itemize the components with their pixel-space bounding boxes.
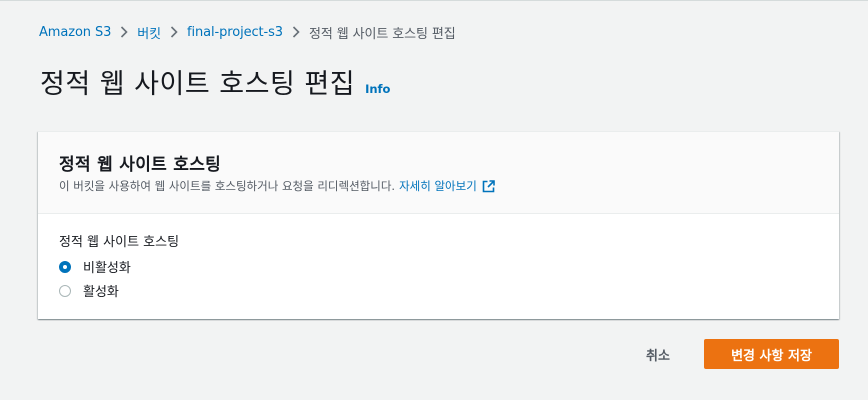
top-divider (0, 0, 868, 1)
radio-option-enable[interactable]: 활성화 (59, 281, 119, 300)
panel-description-text: 이 버킷을 사용하여 웹 사이트를 호스팅하거나 요청을 리디렉션합니다. (59, 179, 396, 193)
breadcrumb-item-bucket-name[interactable]: final-project-s3 (187, 25, 283, 40)
save-changes-button[interactable]: 변경 사항 저장 (704, 339, 839, 369)
page-title: 정적 웹 사이트 호스팅 편집 (40, 69, 356, 100)
breadcrumb-item-amazon-s3[interactable]: Amazon S3 (39, 25, 111, 40)
chevron-right-icon (111, 24, 137, 40)
chevron-right-icon (283, 24, 309, 40)
radio-option-disable[interactable]: 비활성화 (59, 257, 131, 276)
chevron-right-icon (161, 24, 187, 40)
learn-more-label: 자세히 알아보기 (399, 179, 477, 193)
external-link-icon (482, 179, 495, 193)
radio-label-disable: 비활성화 (83, 261, 131, 276)
breadcrumb: Amazon S3 버킷 final-project-s3 정적 웹 사이트 호… (39, 23, 456, 42)
info-link[interactable]: Info (365, 82, 390, 96)
radio-label-enable: 활성화 (83, 285, 119, 300)
radio-button-checked[interactable] (59, 260, 71, 273)
breadcrumb-current: 정적 웹 사이트 호스팅 편집 (308, 26, 456, 42)
learn-more-link[interactable]: 자세히 알아보기 (399, 178, 495, 194)
breadcrumb-item-buckets[interactable]: 버킷 (137, 23, 161, 42)
panel-description: 이 버킷을 사용하여 웹 사이트를 호스팅하거나 요청을 리디렉션합니다. 자세… (59, 178, 495, 194)
panel-header: 정적 웹 사이트 호스팅 이 버킷을 사용하여 웹 사이트를 호스팅하거나 요청… (38, 132, 839, 214)
cancel-button[interactable]: 취소 (629, 339, 687, 369)
hosting-field-label: 정적 웹 사이트 호스팅 (59, 235, 180, 250)
radio-button-unchecked[interactable] (59, 284, 71, 297)
page-header: 정적 웹 사이트 호스팅 편집 Info (40, 62, 390, 101)
static-hosting-panel: 정적 웹 사이트 호스팅 이 버킷을 사용하여 웹 사이트를 호스팅하거나 요청… (38, 131, 839, 319)
panel-title: 정적 웹 사이트 호스팅 (59, 155, 222, 175)
